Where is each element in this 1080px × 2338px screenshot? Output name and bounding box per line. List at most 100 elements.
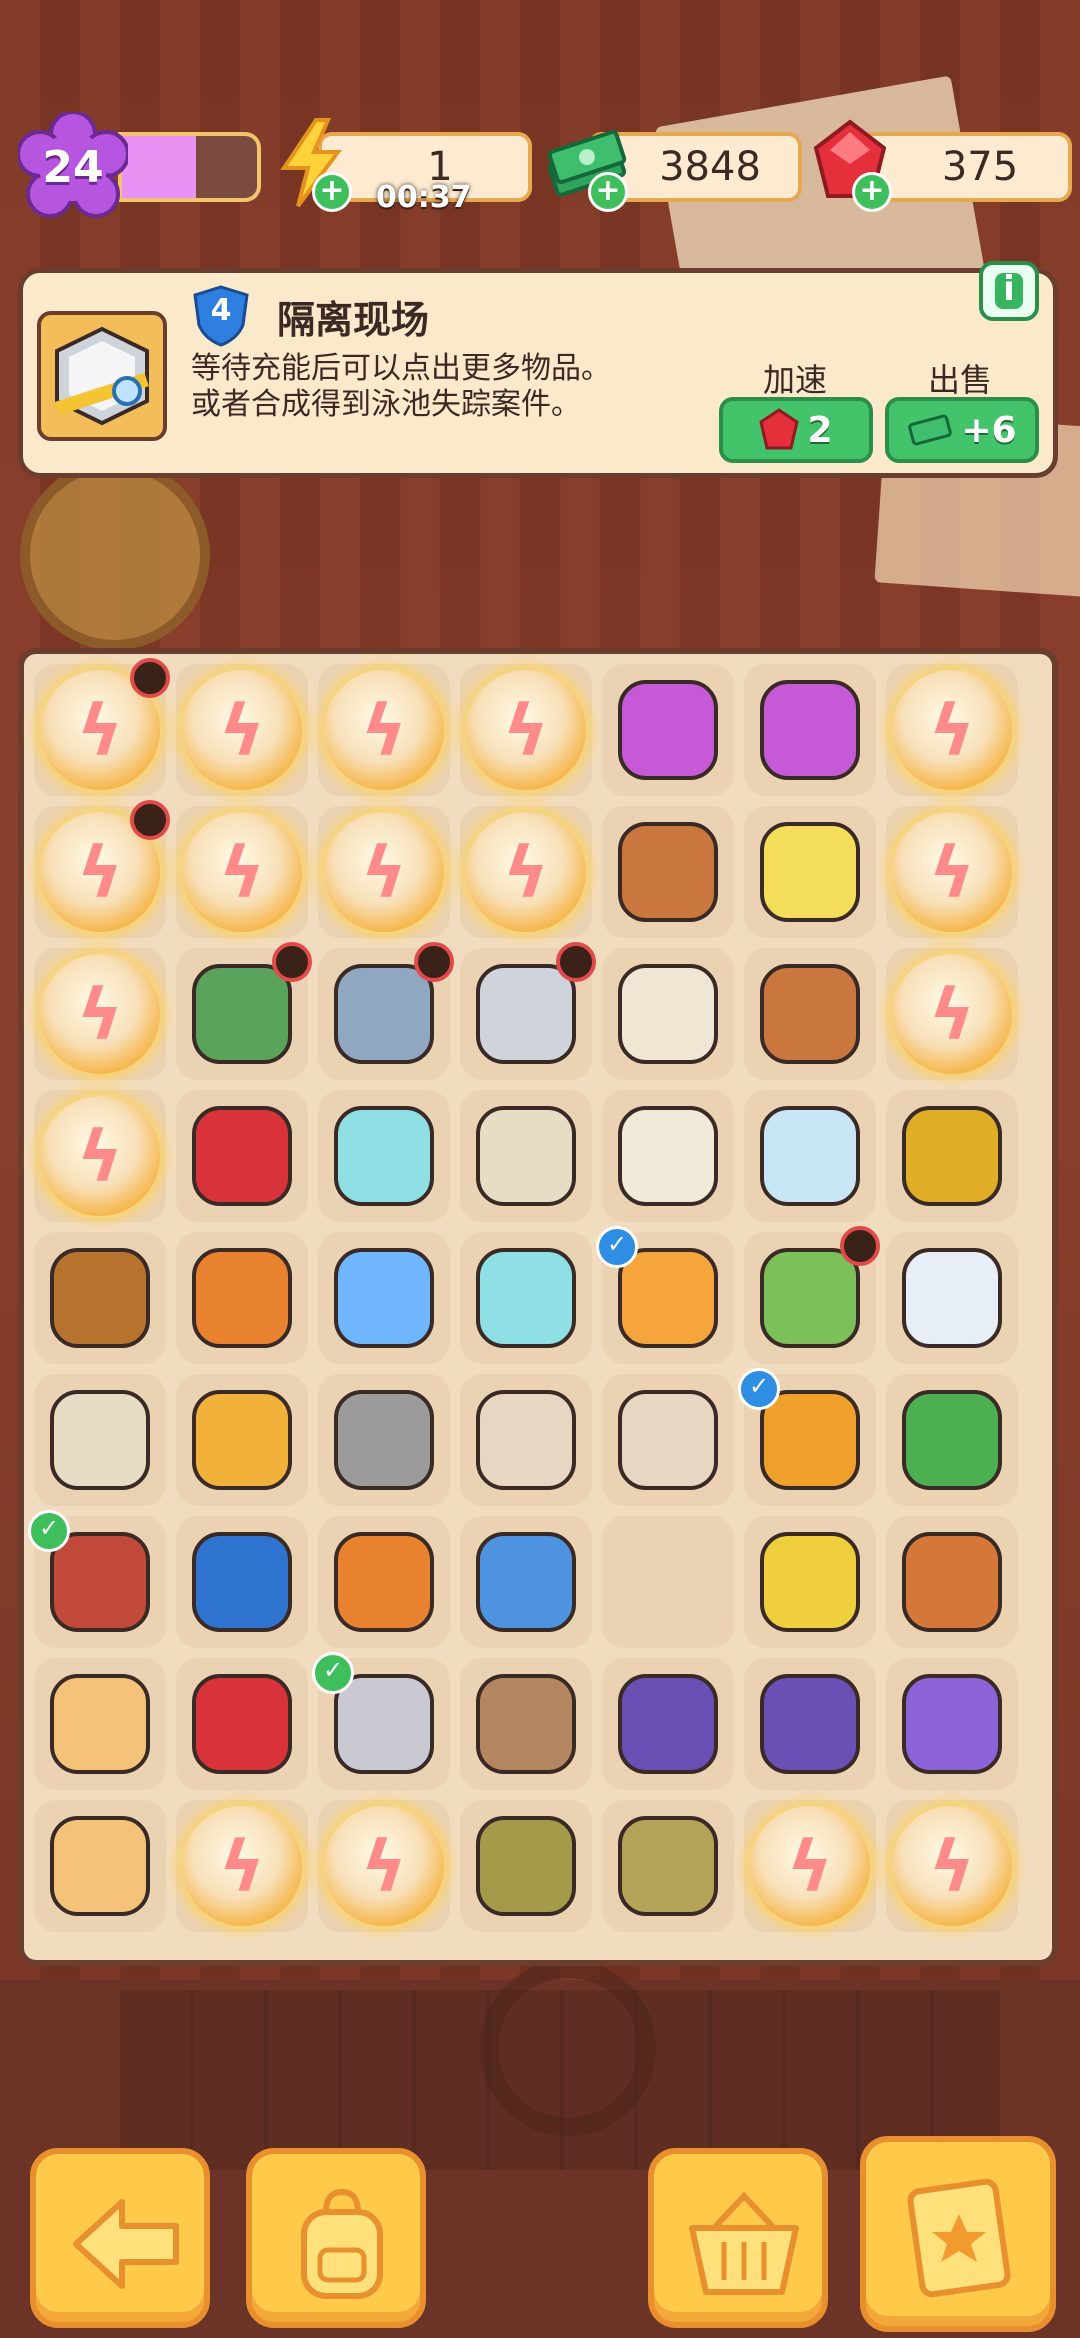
board-cell[interactable] (34, 658, 170, 796)
level-badge[interactable]: 24 (18, 112, 128, 222)
add-cash-plus-icon[interactable]: + (588, 172, 628, 212)
board-cell[interactable] (460, 664, 592, 796)
level-number: 24 (42, 141, 104, 193)
basket-button[interactable] (648, 2148, 828, 2328)
add-gems-plus-icon[interactable]: + (852, 172, 892, 212)
board-cell[interactable] (176, 1800, 308, 1932)
board-cell[interactable] (318, 1516, 450, 1648)
board-cell[interactable] (34, 1090, 166, 1222)
speedup-button[interactable]: 2 (719, 397, 873, 463)
board-cell[interactable]: ✓ (312, 1652, 450, 1790)
board-cell[interactable] (744, 1226, 880, 1364)
board-cell[interactable] (602, 1800, 734, 1932)
medicine-jar-icon (334, 1106, 434, 1206)
board-cell[interactable] (176, 1232, 308, 1364)
board-cell[interactable] (602, 664, 734, 796)
board-cell[interactable] (886, 1090, 1018, 1222)
selected-item-thumbnail (37, 311, 167, 441)
board-cell[interactable] (460, 1658, 592, 1790)
lock-timer-icon (556, 942, 596, 982)
board-cell[interactable] (744, 806, 876, 938)
board-cell[interactable] (176, 1516, 308, 1648)
info-button[interactable]: i (979, 261, 1039, 321)
warning-sign-icon (334, 1390, 434, 1490)
board-cell[interactable] (602, 1658, 734, 1790)
crime-scene-blue-icon (334, 964, 434, 1064)
board-cell[interactable] (744, 948, 876, 1080)
sell-button[interactable]: +6 (885, 397, 1039, 463)
lock-timer-icon (414, 942, 454, 982)
cash-stack-icon (908, 414, 953, 446)
board-cell[interactable] (176, 1090, 308, 1222)
board-cell[interactable] (460, 1232, 592, 1364)
board-cell[interactable] (602, 806, 734, 938)
board-cell[interactable] (176, 664, 308, 796)
medicine-flask-icon (476, 1248, 576, 1348)
empty-glass-icon (902, 1248, 1002, 1348)
magnifier-blue-icon (476, 1532, 576, 1632)
back-button[interactable] (30, 2148, 210, 2328)
board-cell[interactable] (886, 806, 1018, 938)
board-cell[interactable] (318, 664, 450, 796)
energy-sphere-icon (324, 670, 444, 790)
lock-timer-icon (130, 800, 170, 840)
board-cell[interactable] (176, 806, 308, 938)
board-cell[interactable] (886, 664, 1018, 796)
board-cell[interactable]: ✓ (738, 1368, 876, 1506)
lock-timer-icon (272, 942, 312, 982)
board-cell[interactable] (34, 1232, 166, 1364)
board-cell[interactable] (886, 948, 1018, 1080)
board-cell[interactable] (744, 664, 876, 796)
backpack-button[interactable] (246, 2148, 426, 2328)
board-cell[interactable] (318, 1800, 450, 1932)
board-cell[interactable] (744, 1090, 876, 1222)
board-cell[interactable] (460, 1800, 592, 1932)
board-cell[interactable] (886, 1658, 1018, 1790)
board-cell[interactable] (34, 800, 170, 938)
board-cell[interactable] (744, 1658, 876, 1790)
case-file-button[interactable] (860, 2136, 1056, 2332)
board-cell[interactable] (886, 1516, 1018, 1648)
add-energy-plus-icon[interactable]: + (312, 172, 352, 212)
board-cell[interactable] (318, 1374, 450, 1506)
board-cell[interactable] (602, 1090, 734, 1222)
board-cell[interactable] (460, 806, 592, 938)
board-cell[interactable] (34, 1658, 166, 1790)
board-cell[interactable] (34, 948, 166, 1080)
board-cell[interactable] (744, 1516, 876, 1648)
board-cell[interactable]: ✓ (596, 1226, 734, 1364)
orange-glasses-icon (192, 1390, 292, 1490)
sell-label: 出售 (928, 361, 993, 399)
board-cell[interactable] (318, 1232, 450, 1364)
board-cell[interactable] (460, 1374, 592, 1506)
energy-sphere-icon (750, 1806, 870, 1926)
board-cell[interactable] (176, 1658, 308, 1790)
board-cell[interactable] (176, 1374, 308, 1506)
board-cell[interactable] (318, 1090, 450, 1222)
lock-timer-icon (840, 1226, 880, 1266)
board-cell[interactable] (460, 1516, 592, 1648)
energy-sphere-icon (892, 954, 1012, 1074)
board-cell[interactable] (886, 1232, 1018, 1364)
sell-value: +6 (961, 409, 1017, 451)
energy-sphere-icon (324, 812, 444, 932)
board-cell[interactable] (318, 942, 454, 1080)
ruby-icon (759, 408, 800, 450)
board-cell[interactable] (318, 806, 450, 938)
magnifier-orange-icon (192, 1248, 292, 1348)
item-description-line: 或者合成得到泳池失踪案件。 (191, 387, 581, 422)
board-cell[interactable]: ✓ (28, 1510, 166, 1648)
board-cell[interactable] (886, 1374, 1018, 1506)
tier-number: 4 (210, 293, 232, 328)
board-cell[interactable] (34, 1800, 166, 1932)
energy-sphere-icon (324, 1806, 444, 1926)
board-cell[interactable] (34, 1374, 166, 1506)
board-cell[interactable] (460, 942, 596, 1080)
board-cell[interactable] (460, 1090, 592, 1222)
board-cell[interactable] (602, 1374, 734, 1506)
board-cell[interactable] (744, 1800, 876, 1932)
board-cell[interactable] (176, 942, 312, 1080)
board-cell[interactable] (602, 948, 734, 1080)
purple-wheels-icon (760, 1674, 860, 1774)
board-cell[interactable] (886, 1800, 1018, 1932)
